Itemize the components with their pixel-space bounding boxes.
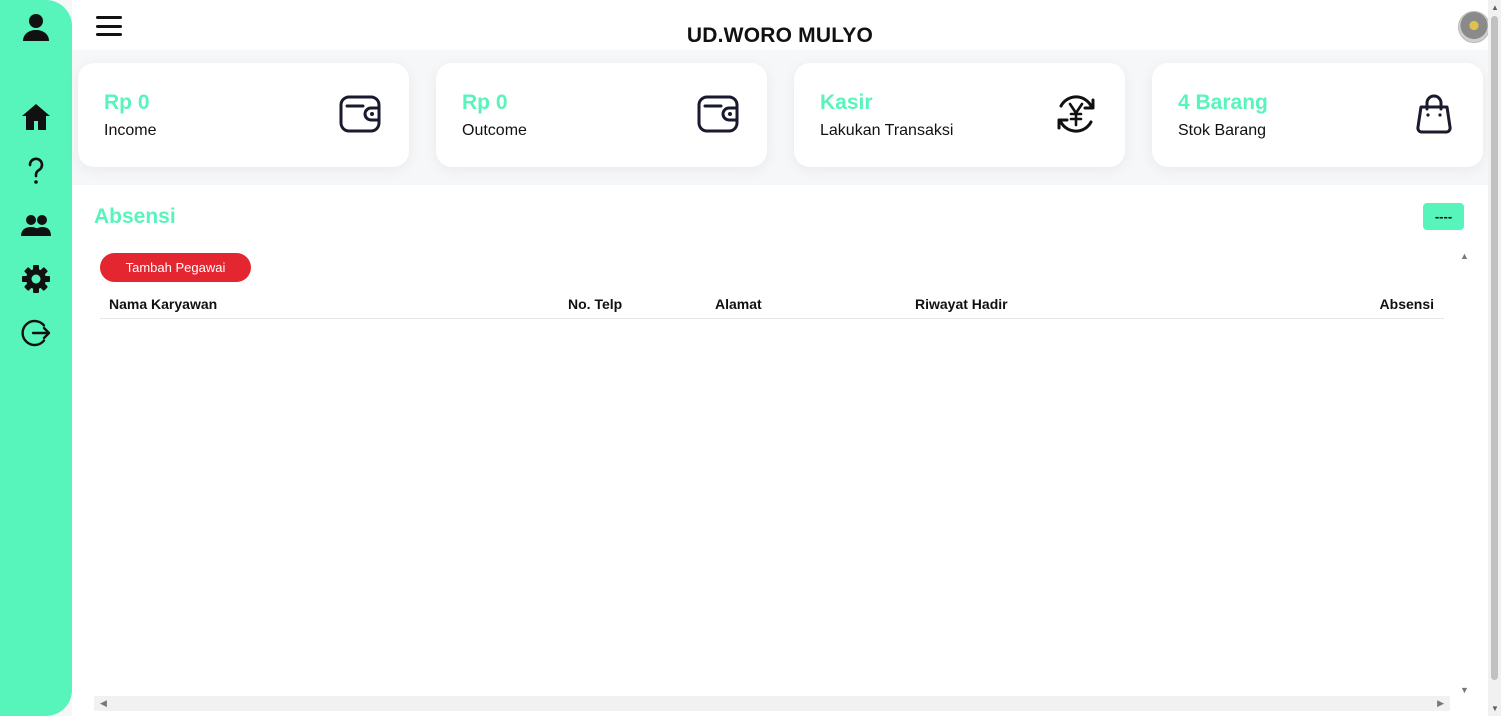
table-horizontal-scrollbar[interactable]: ◀ ▶ — [94, 696, 1450, 711]
page-scrollbar[interactable]: ▲ ▼ — [1488, 0, 1501, 716]
income-card[interactable]: Rp 0 Income — [78, 63, 409, 167]
stat-cards: Rp 0 Income Rp 0 Outcome Kasir Lakukan T… — [72, 50, 1488, 185]
stock-value: 4 Barang — [1178, 91, 1268, 114]
column-absensi[interactable]: Absensi — [1380, 296, 1434, 312]
page-scroll-thumb[interactable] — [1491, 16, 1498, 680]
absensi-panel: Absensi ---- Tambah Pegawai Nama Karyawa… — [78, 185, 1480, 716]
shopping-bag-icon — [1411, 91, 1457, 137]
avatar[interactable] — [1458, 11, 1490, 43]
outcome-card[interactable]: Rp 0 Outcome — [436, 63, 767, 167]
table-header: Nama Karyawan No. Telp Alamat Riwayat Ha… — [100, 289, 1444, 319]
income-label: Income — [104, 122, 157, 139]
income-value: Rp 0 — [104, 91, 150, 114]
add-employee-button[interactable]: Tambah Pegawai — [100, 253, 251, 282]
table-vertical-scrollbar[interactable]: ▲ ▼ — [1458, 251, 1470, 695]
kasir-value: Kasir — [820, 91, 873, 114]
outcome-value: Rp 0 — [462, 91, 508, 114]
kasir-label: Lakukan Transaksi — [820, 122, 954, 139]
user-icon[interactable] — [18, 9, 54, 45]
wallet-icon — [695, 91, 741, 137]
users-icon[interactable] — [18, 207, 54, 243]
home-icon[interactable] — [18, 99, 54, 135]
column-alamat[interactable]: Alamat — [715, 296, 762, 312]
gear-icon[interactable] — [18, 261, 54, 297]
kasir-card[interactable]: Kasir Lakukan Transaksi — [794, 63, 1125, 167]
stock-card[interactable]: 4 Barang Stok Barang — [1152, 63, 1483, 167]
column-no-telp[interactable]: No. Telp — [568, 296, 622, 312]
logout-icon[interactable] — [18, 315, 54, 351]
sidebar — [0, 0, 72, 716]
column-riwayat-hadir[interactable]: Riwayat Hadir — [915, 296, 1008, 312]
column-nama-karyawan[interactable]: Nama Karyawan — [109, 296, 217, 312]
scroll-up-icon[interactable]: ▲ — [1460, 251, 1469, 261]
absensi-title: Absensi — [94, 205, 176, 228]
scroll-down-icon[interactable]: ▼ — [1460, 685, 1469, 695]
help-icon[interactable] — [18, 153, 54, 189]
app-title: UD.WORO MULYO — [686, 24, 874, 47]
scroll-left-icon[interactable]: ◀ — [100, 698, 107, 709]
scroll-right-icon[interactable]: ▶ — [1437, 698, 1444, 709]
currency-exchange-icon — [1053, 91, 1099, 137]
wallet-icon — [337, 91, 383, 137]
outcome-label: Outcome — [462, 122, 527, 139]
main-content: UD.WORO MULYO Rp 0 Income Rp 0 Outcome K… — [72, 0, 1490, 716]
page-scroll-up-icon[interactable]: ▲ — [1491, 3, 1499, 12]
absensi-menu-button[interactable]: ---- — [1423, 203, 1464, 230]
page-scroll-down-icon[interactable]: ▼ — [1491, 704, 1499, 713]
stock-label: Stok Barang — [1178, 122, 1267, 139]
